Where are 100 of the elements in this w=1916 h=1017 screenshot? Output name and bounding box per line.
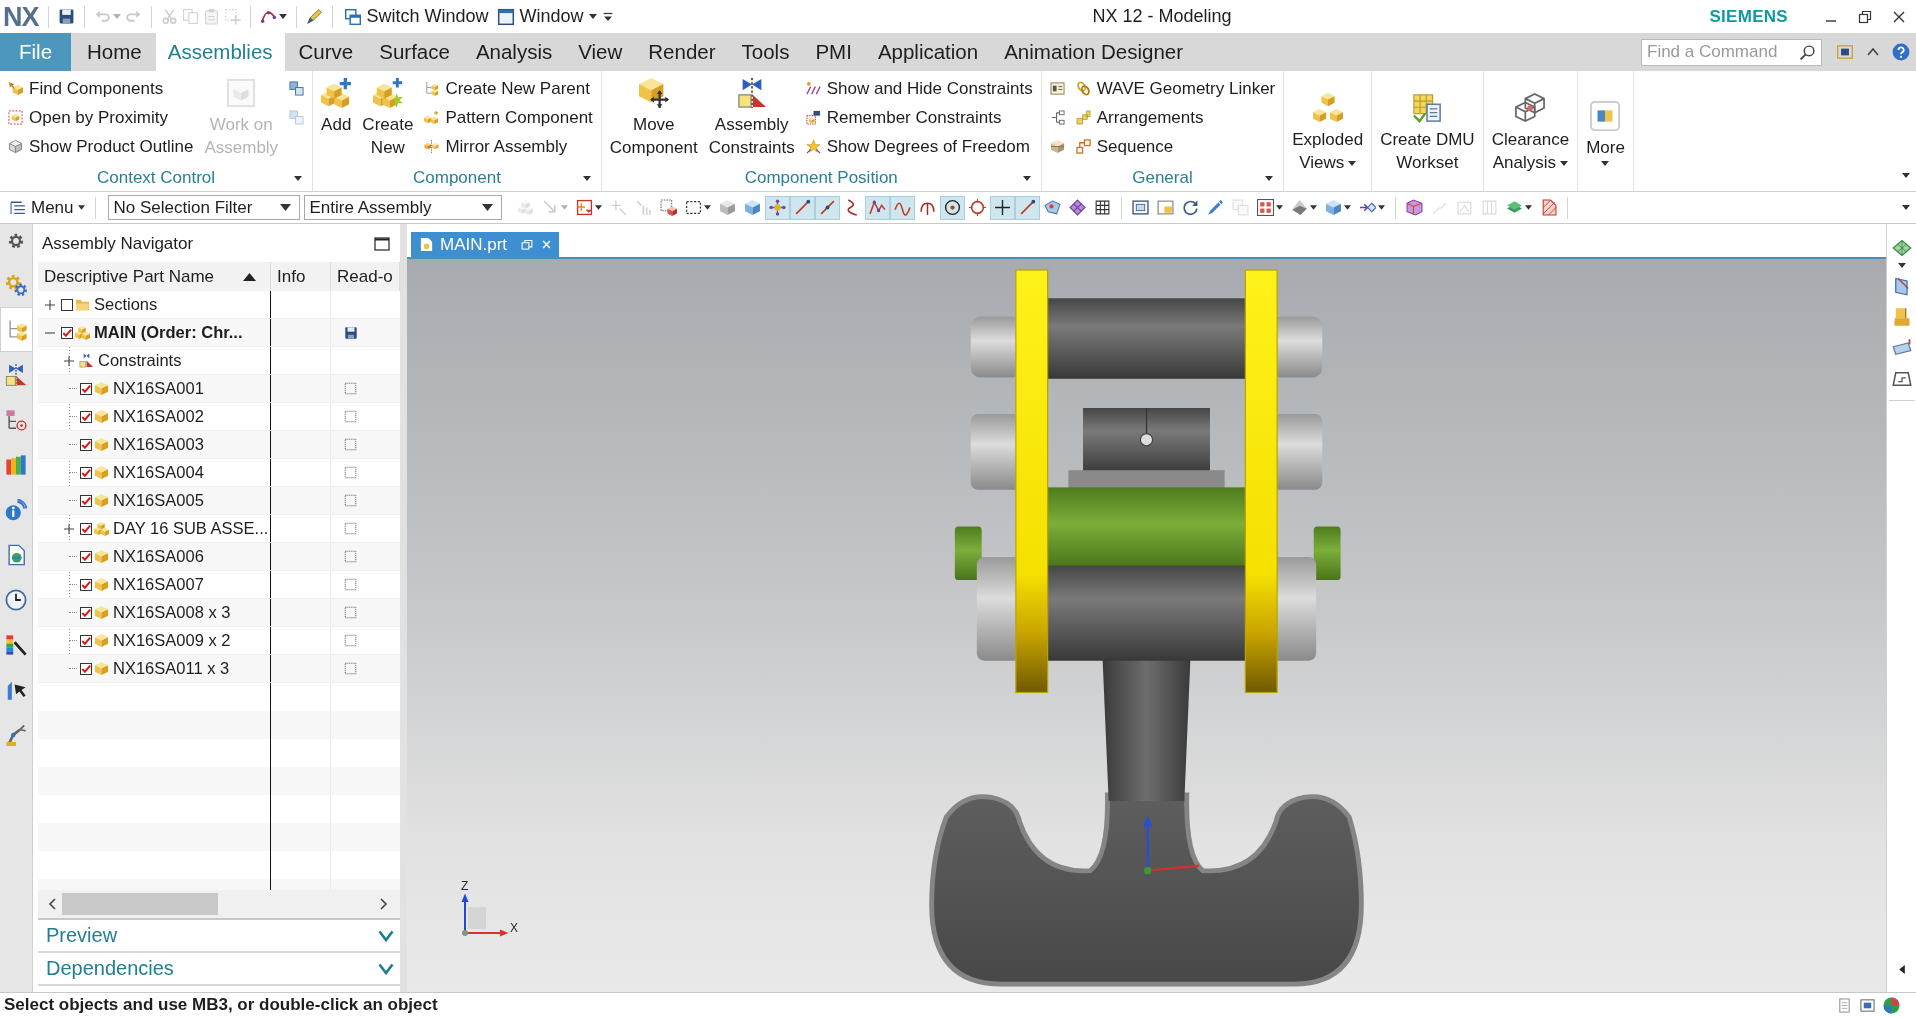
screen-frame-icon[interactable] — [1860, 997, 1875, 1013]
ribbon-command[interactable]: Pattern Component — [420, 103, 597, 132]
toolbar-button[interactable] — [939, 195, 965, 220]
part-name[interactable]: NX16SA005 — [113, 491, 204, 510]
restore-icon[interactable] — [1857, 8, 1873, 25]
column-header[interactable]: Read-o — [337, 266, 393, 287]
tree-branch-icon[interactable] — [1049, 110, 1065, 125]
assembly-scope-dropdown[interactable]: Entire Assembly — [303, 195, 502, 220]
part-name[interactable]: Constraints — [98, 351, 182, 370]
checkbox[interactable] — [80, 410, 92, 423]
section-header[interactable]: Preview — [38, 920, 400, 953]
window-menu-button[interactable]: Window — [492, 2, 601, 31]
float-window-icon[interactable] — [521, 238, 534, 251]
ribbon-large-command[interactable]: Exploded Views — [1288, 88, 1368, 174]
part-name[interactable]: NX16SA002 — [113, 407, 204, 426]
command-search-field[interactable]: Find a Command — [1641, 38, 1822, 66]
surface-grid-icon[interactable] — [1891, 238, 1912, 258]
checkbox[interactable] — [80, 634, 92, 647]
selection-filter-dropdown[interactable]: No Selection Filter — [107, 195, 300, 220]
framed-window-icon[interactable] — [1836, 43, 1854, 61]
checkbox[interactable] — [80, 382, 92, 395]
scroll-left-icon[interactable] — [48, 898, 56, 910]
caret-icon[interactable] — [1902, 205, 1910, 210]
part-name[interactable]: Sections — [94, 295, 158, 314]
part-name[interactable]: DAY 16 SUB ASSE... — [113, 519, 269, 538]
ribbon-tab[interactable]: Curve — [286, 33, 366, 71]
caret-icon[interactable] — [1022, 175, 1031, 181]
caret-left-icon[interactable] — [1898, 965, 1905, 974]
part-name[interactable]: NX16SA001 — [113, 379, 204, 398]
checkbox[interactable] — [80, 466, 92, 479]
caret-icon[interactable] — [294, 175, 303, 181]
caret-icon[interactable] — [1265, 175, 1274, 181]
checkbox[interactable] — [61, 298, 73, 311]
ribbon-tab[interactable]: Assemblies — [155, 33, 285, 71]
maximize-icon[interactable] — [373, 236, 391, 252]
ball-icon[interactable] — [1883, 996, 1900, 1014]
caret-icon[interactable] — [1902, 173, 1910, 178]
search-icon[interactable] — [1799, 43, 1816, 61]
ribbon-large-command[interactable]: More — [1582, 96, 1629, 166]
ribbon-tab[interactable]: View — [566, 33, 635, 71]
toolbar-button[interactable] — [864, 195, 890, 220]
ribbon-large-command[interactable]: Create DMU Workset — [1376, 88, 1479, 174]
ribbon-command[interactable]: WAVE Geometry Linker — [1071, 74, 1280, 103]
ribbon-tab[interactable]: Application — [865, 33, 991, 71]
ribbon-command[interactable]: Show Degrees of Freedom — [801, 132, 1037, 161]
checkbox[interactable] — [80, 578, 92, 591]
ribbon-command[interactable]: Show and Hide Constraints — [801, 74, 1037, 103]
expand-icon[interactable] — [64, 355, 74, 366]
scroll-right-icon[interactable] — [380, 898, 388, 910]
id-card-icon[interactable] — [1049, 81, 1065, 96]
part-name[interactable]: NX16SA007 — [113, 575, 204, 594]
outline-plan-icon[interactable] — [1891, 369, 1912, 389]
column-header[interactable]: Descriptive Part Name — [44, 266, 215, 287]
ribbon-command[interactable]: Open by Proximity — [4, 103, 198, 132]
ribbon-large-command[interactable]: Clearance Analysis — [1487, 88, 1574, 174]
caret-icon[interactable] — [582, 175, 591, 181]
ribbon-large-command[interactable]: Create New — [358, 74, 418, 159]
ribbon-large-command[interactable]: Move Component — [605, 74, 702, 159]
ribbon-tab[interactable]: PMI — [803, 33, 864, 71]
ribbon-large-command[interactable]: Assembly Constraints — [704, 74, 799, 159]
caret-icon[interactable] — [1897, 263, 1906, 268]
horizontal-scrollbar[interactable] — [38, 890, 400, 918]
ribbon-tab[interactable]: Analysis — [463, 33, 565, 71]
toolbar-button[interactable] — [989, 195, 1015, 220]
ribbon-command[interactable]: Sequence — [1071, 132, 1280, 161]
scrollbar-thumb[interactable] — [62, 893, 218, 915]
part-name[interactable]: NX16SA003 — [113, 435, 204, 454]
section-header[interactable]: Dependencies — [38, 953, 400, 986]
column-header[interactable]: Info — [277, 266, 306, 287]
ribbon-command[interactable]: Arrangements — [1071, 103, 1280, 132]
ribbon-command[interactable]: Create New Parent — [420, 74, 597, 103]
help-icon[interactable] — [1892, 43, 1910, 61]
expand-icon[interactable] — [45, 299, 55, 310]
checkbox[interactable] — [80, 662, 92, 675]
ribbon-command[interactable]: Show Product Outline — [4, 132, 198, 161]
checkbox[interactable] — [80, 438, 92, 451]
checkbox[interactable] — [80, 494, 92, 507]
ribbon-tab[interactable]: Surface — [367, 33, 462, 71]
checkbox[interactable] — [80, 550, 92, 563]
squares-pair-icon[interactable] — [289, 81, 305, 96]
checkbox[interactable] — [80, 606, 92, 619]
toolbar-button[interactable] — [764, 195, 790, 220]
switch-window-button[interactable]: Switch Window — [339, 2, 493, 31]
part-name[interactable]: NX16SA006 — [113, 547, 204, 566]
ribbon-tab[interactable]: Home — [75, 33, 154, 71]
crate-icon[interactable] — [1049, 139, 1065, 154]
expand-icon[interactable] — [64, 523, 74, 534]
ribbon-tab[interactable]: Tools — [729, 33, 802, 71]
menu-button[interactable]: Menu — [6, 195, 89, 220]
checkbox[interactable] — [61, 326, 73, 339]
ribbon-command[interactable]: Find Components — [4, 74, 198, 103]
checkbox[interactable] — [80, 522, 92, 535]
ribbon-tab[interactable]: Render — [636, 33, 728, 71]
tilted-panel-icon[interactable] — [1891, 338, 1912, 358]
ribbon-command[interactable]: Remember Constraints — [801, 103, 1037, 132]
ribbon-command[interactable]: Mirror Assembly — [420, 132, 597, 161]
ribbon-tab[interactable]: Animation Designer — [992, 33, 1196, 71]
ribbon-large-command[interactable]: Add — [317, 74, 356, 136]
part-name[interactable]: NX16SA004 — [113, 463, 204, 482]
gear-icon[interactable] — [7, 232, 25, 250]
